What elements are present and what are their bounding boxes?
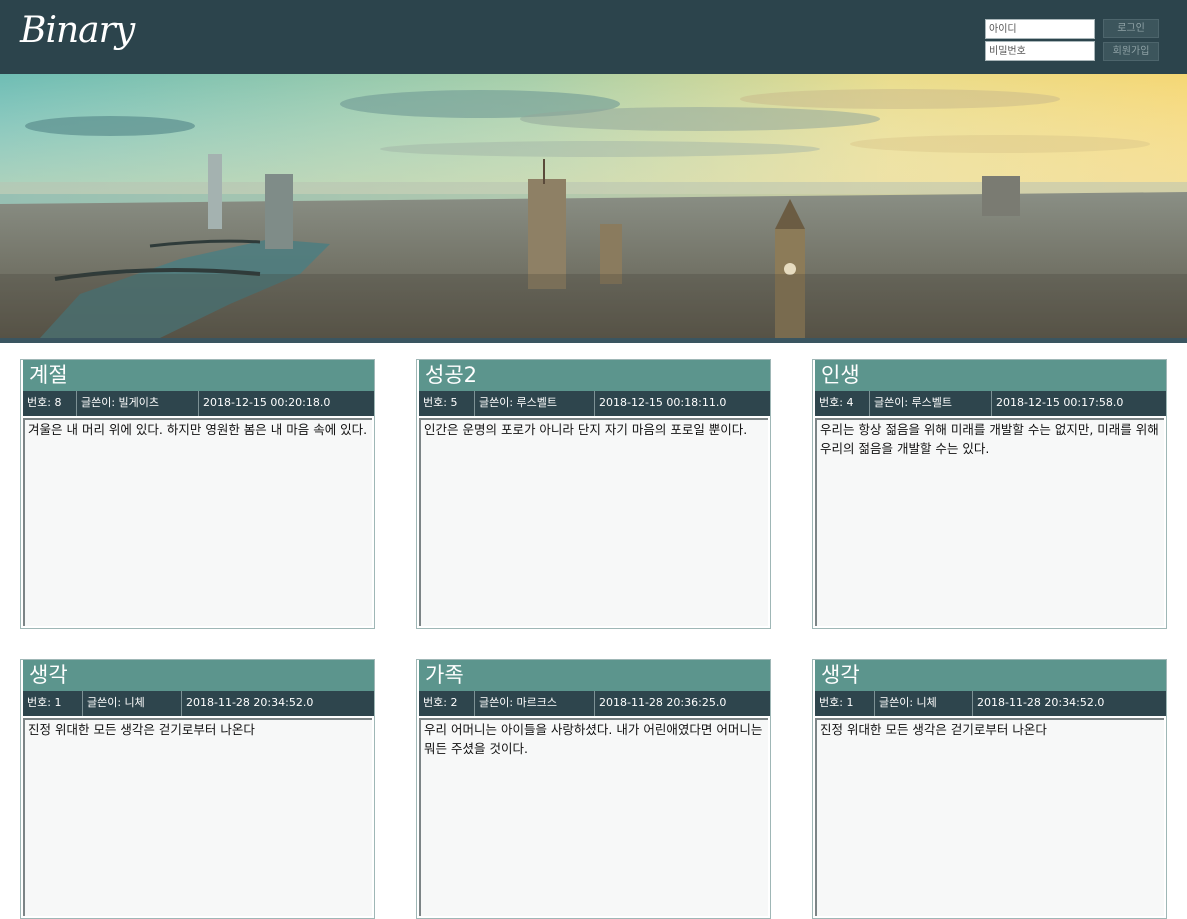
- post-date: 2018-11-28 20:34:52.0: [186, 696, 314, 709]
- post-author: 글쓴이: 마르크스: [475, 691, 595, 716]
- post-card[interactable]: 성공2 번호: 5 글쓴이: 루스벨트 2018-12-15 00:18:11.…: [416, 359, 771, 629]
- login-button[interactable]: 로그인: [1103, 19, 1159, 38]
- post-number: 번호: 2: [419, 691, 475, 716]
- post-author: 글쓴이: 니체: [83, 691, 182, 716]
- post-title[interactable]: 생각: [23, 660, 374, 691]
- post-date: 2018-11-28 20:34:52.0: [977, 696, 1105, 709]
- post-number: 번호: 1: [815, 691, 875, 716]
- post-content: 진정 위대한 모든 생각은 걷기로부터 나온다: [815, 718, 1164, 916]
- post-content: 인간은 운명의 포로가 아니라 단지 자기 마음의 포로일 뿐이다.: [419, 418, 768, 626]
- banner-divider: [0, 338, 1187, 343]
- post-date: 2018-12-15 00:18:11.0: [599, 396, 727, 409]
- post-date: 2018-12-15 00:20:18.0: [203, 396, 331, 409]
- post-card[interactable]: 생각 번호: 1 글쓴이: 니체 2018-11-28 20:34:52.0 진…: [20, 659, 375, 919]
- post-number: 번호: 4: [815, 391, 870, 416]
- post-meta: 번호: 1 글쓴이: 니체 2018-11-28 20:34:52.0: [23, 691, 374, 716]
- post-meta: 번호: 2 글쓴이: 마르크스 2018-11-28 20:36:25.0: [419, 691, 770, 716]
- post-card[interactable]: 생각 번호: 1 글쓴이: 니체 2018-11-28 20:34:52.0 진…: [812, 659, 1167, 919]
- post-meta: 번호: 1 글쓴이: 니체 2018-11-28 20:34:52.0: [815, 691, 1166, 716]
- post-author: 글쓴이: 루스벨트: [475, 391, 595, 416]
- id-input[interactable]: [985, 19, 1095, 39]
- post-meta: 번호: 8 글쓴이: 빌게이츠 2018-12-15 00:20:18.0: [23, 391, 374, 416]
- post-meta: 번호: 5 글쓴이: 루스벨트 2018-12-15 00:18:11.0: [419, 391, 770, 416]
- post-title[interactable]: 인생: [815, 360, 1166, 391]
- post-title[interactable]: 계절: [23, 360, 374, 391]
- post-content: 우리 어머니는 아이들을 사랑하셨다. 내가 어린애였다면 어머니는 뭐든 주셨…: [419, 718, 768, 916]
- post-card[interactable]: 가족 번호: 2 글쓴이: 마르크스 2018-11-28 20:36:25.0…: [416, 659, 771, 919]
- post-number: 번호: 1: [23, 691, 83, 716]
- post-author: 글쓴이: 루스벨트: [870, 391, 992, 416]
- post-author: 글쓴이: 니체: [875, 691, 973, 716]
- post-date: 2018-12-15 00:17:58.0: [996, 396, 1124, 409]
- password-input[interactable]: [985, 41, 1095, 61]
- post-number: 번호: 5: [419, 391, 475, 416]
- post-title[interactable]: 성공2: [419, 360, 770, 391]
- post-number: 번호: 8: [23, 391, 77, 416]
- site-logo[interactable]: Binary: [20, 10, 135, 51]
- post-author: 글쓴이: 빌게이츠: [77, 391, 199, 416]
- post-card[interactable]: 인생 번호: 4 글쓴이: 루스벨트 2018-12-15 00:17:58.0…: [812, 359, 1167, 629]
- post-title[interactable]: 가족: [419, 660, 770, 691]
- post-date: 2018-11-28 20:36:25.0: [599, 696, 727, 709]
- signup-button[interactable]: 회원가입: [1103, 42, 1159, 61]
- site-header: Binary 로그인 회원가입: [0, 0, 1187, 74]
- banner-image: [0, 74, 1187, 338]
- post-content: 겨울은 내 머리 위에 있다. 하지만 영원한 봄은 내 마음 속에 있다.: [23, 418, 372, 626]
- post-title[interactable]: 생각: [815, 660, 1166, 691]
- post-content: 우리는 항상 젊음을 위해 미래를 개발할 수는 없지만, 미래를 위해 우리의…: [815, 418, 1164, 626]
- post-card[interactable]: 계절 번호: 8 글쓴이: 빌게이츠 2018-12-15 00:20:18.0…: [20, 359, 375, 629]
- post-meta: 번호: 4 글쓴이: 루스벨트 2018-12-15 00:17:58.0: [815, 391, 1166, 416]
- post-content: 진정 위대한 모든 생각은 걷기로부터 나온다: [23, 718, 372, 916]
